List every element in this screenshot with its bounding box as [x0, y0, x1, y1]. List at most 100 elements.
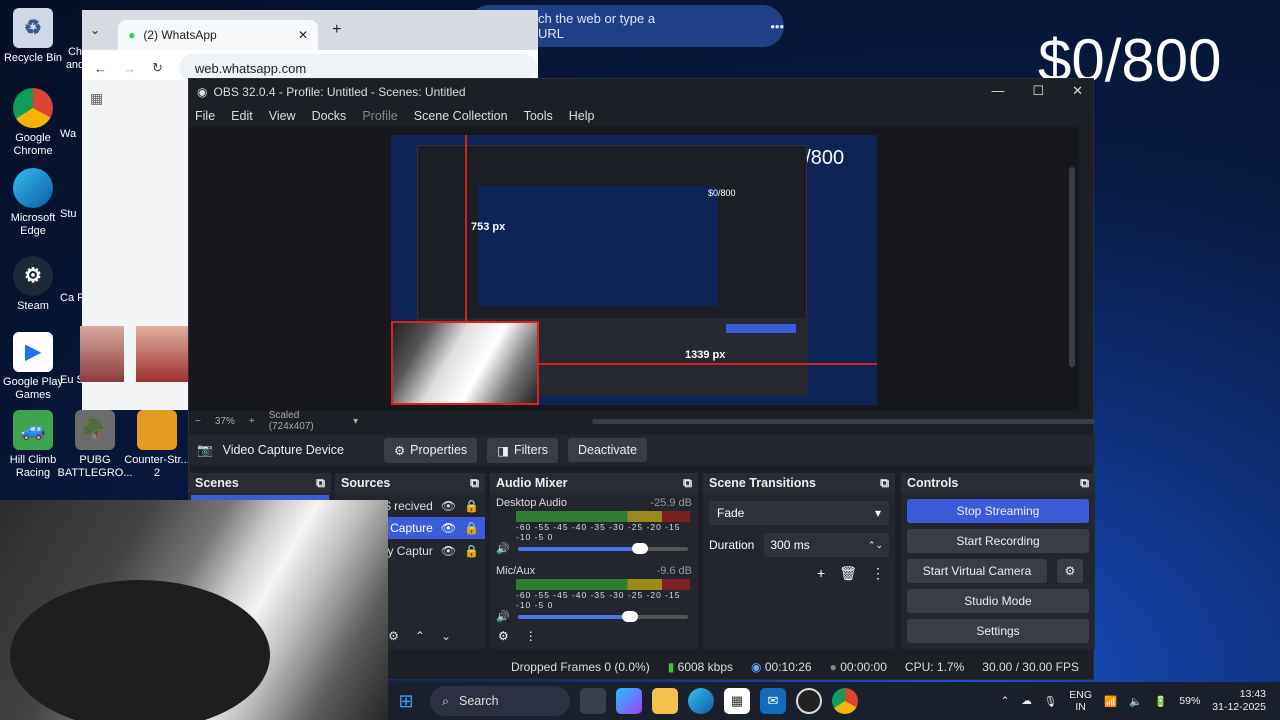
add-icon[interactable]: + — [817, 565, 825, 582]
studio-mode-button[interactable]: Studio Mode — [907, 589, 1089, 613]
settings-button[interactable]: Settings — [907, 619, 1089, 643]
lock-icon[interactable]: 🔒 — [464, 544, 479, 558]
menu-docks[interactable]: Docks — [312, 109, 347, 123]
deactivate-button[interactable]: Deactivate — [568, 438, 648, 462]
volume-icon[interactable]: 🔈 — [1129, 695, 1142, 708]
audio-mixer-dock: Audio Mixer ⧉ Desktop Audio -25.9 dB -60… — [490, 473, 698, 649]
menu-view[interactable]: View — [269, 109, 296, 123]
mic-icon[interactable]: 🎙 — [1044, 695, 1057, 708]
stepper-icon[interactable]: ⌃⌄ — [868, 540, 883, 551]
back-icon[interactable]: ← — [94, 61, 107, 76]
transition-select[interactable]: Fade ▾ — [709, 501, 889, 525]
chevron-up-icon[interactable]: ⌃ — [1001, 695, 1010, 707]
undock-icon[interactable]: ⧉ — [880, 476, 889, 491]
desktop-icon-label: Wa — [60, 128, 77, 140]
chrome-taskbar-icon[interactable] — [832, 688, 858, 714]
scene-transitions-title: Scene Transitions — [709, 476, 816, 490]
desktop-icon-edge[interactable]: Microsoft Edge — [0, 168, 66, 238]
menu-edit[interactable]: Edit — [231, 109, 253, 123]
chevron-down-icon[interactable]: ⌄ — [90, 23, 100, 37]
desktop-icon-counter-strike[interactable]: Counter-Str... 2 — [124, 410, 190, 480]
video-capture-selection[interactable] — [391, 321, 539, 405]
obs-taskbar-icon[interactable] — [796, 688, 822, 714]
volume-slider[interactable] — [517, 610, 688, 622]
gear-icon[interactable]: ⚙ — [388, 629, 399, 643]
menu-profile[interactable]: Profile — [362, 109, 397, 123]
battery-icon[interactable]: 🔋 — [1154, 695, 1167, 708]
minimize-icon[interactable]: — — [991, 83, 1004, 99]
taskbar-search[interactable]: ⌕ Search — [430, 686, 570, 716]
volume-slider[interactable] — [517, 542, 688, 554]
more-vert-icon[interactable]: ⋮ — [525, 629, 537, 643]
menu-file[interactable]: File — [195, 109, 215, 123]
photo-thumbnail[interactable] — [80, 326, 124, 382]
start-icon[interactable]: ⊞ — [393, 688, 419, 714]
menu-tools[interactable]: Tools — [524, 109, 553, 123]
forward-icon[interactable]: → — [123, 61, 136, 76]
clock[interactable]: 13:43 31-12-2025 — [1212, 688, 1266, 714]
menu-scene-collection[interactable]: Scene Collection — [414, 109, 508, 123]
language-indicator[interactable]: ENG IN — [1069, 689, 1092, 713]
eye-icon[interactable]: 👁 — [441, 521, 456, 535]
zoom-in-icon[interactable]: + — [249, 416, 255, 427]
lock-icon[interactable]: 🔒 — [464, 499, 479, 513]
chevron-down-icon[interactable]: ▾ — [353, 416, 358, 427]
onedrive-icon[interactable]: ☁ — [1021, 695, 1032, 707]
dropped-frames: Dropped Frames 0 (0.0%) — [510, 660, 650, 674]
copilot-icon[interactable] — [616, 688, 642, 714]
start-virtual-camera-button[interactable]: Start Virtual Camera — [907, 559, 1047, 583]
trash-icon[interactable]: 🗑 — [839, 565, 857, 582]
taskbar: ⊞ ⌕ Search ▦ ✉ ⌃ ☁ 🎙 ENG IN 📶 🔈 🔋 59% 13… — [388, 682, 1280, 720]
store-icon[interactable]: ▦ — [724, 688, 750, 714]
desktop-icon-chrome[interactable]: Google Chrome — [0, 88, 66, 158]
undock-icon[interactable]: ⧉ — [470, 476, 479, 491]
properties-button[interactable]: ⚙ Properties — [383, 437, 478, 463]
maximize-icon[interactable]: ☐ — [1032, 83, 1044, 99]
preview-area[interactable]: $0/800 $0/800 753 px 1339 px — [189, 127, 1079, 411]
desktop-icon-pubg[interactable]: 🪖 PUBG BATTLEGRO... — [58, 410, 133, 480]
speaker-icon[interactable]: 🔊 — [496, 542, 510, 555]
zoom-out-icon[interactable]: − — [195, 416, 201, 427]
wifi-icon[interactable]: 📶 — [1104, 695, 1117, 708]
mixer-settings-icon[interactable]: ⚙ — [498, 629, 509, 643]
filters-button[interactable]: ◨ Filters — [487, 437, 558, 463]
grid-icon[interactable]: ▦ — [90, 90, 188, 107]
task-view-icon[interactable] — [580, 688, 606, 714]
desktop-icon-label: PUBG BATTLEGRO... — [57, 454, 133, 479]
undock-icon[interactable]: ⧉ — [316, 476, 325, 491]
preview-canvas[interactable]: $0/800 $0/800 753 px 1339 px — [391, 135, 877, 405]
eye-icon[interactable]: 👁 — [441, 499, 456, 513]
photo-thumbnail[interactable] — [136, 326, 188, 382]
undock-icon[interactable]: ⧉ — [683, 476, 692, 491]
chrome-icon — [13, 88, 53, 128]
outlook-icon[interactable]: ✉ — [760, 688, 786, 714]
start-recording-button[interactable]: Start Recording — [907, 529, 1089, 553]
close-icon[interactable]: ✕ — [1072, 83, 1083, 99]
reload-icon[interactable]: ↻ — [152, 60, 163, 76]
file-explorer-icon[interactable] — [652, 688, 678, 714]
desktop-icon-steam[interactable]: ⚙ Steam — [0, 256, 66, 313]
desktop-icon-hill-climb[interactable]: 🚙 Hill Climb Racing — [0, 410, 66, 480]
undock-icon[interactable]: ⧉ — [1080, 476, 1089, 491]
more-icon[interactable]: ••• — [770, 19, 784, 34]
desktop-icon-recycle-bin[interactable]: ♻ Recycle Bin — [0, 8, 66, 65]
menu-help[interactable]: Help — [569, 109, 595, 123]
preview-scrollbar[interactable] — [1069, 167, 1075, 367]
new-tab-icon[interactable]: + — [332, 21, 341, 39]
horizontal-scrollbar[interactable] — [592, 418, 1095, 424]
close-tab-icon[interactable]: ✕ — [298, 28, 308, 42]
slider-knob[interactable] — [621, 610, 638, 622]
move-down-icon[interactable]: ⌄ — [441, 629, 451, 643]
desktop-icon-play-games[interactable]: ▶ Google Play Games — [0, 332, 66, 402]
tab-whatsapp[interactable]: ● (2) WhatsApp ✕ — [118, 20, 319, 50]
speaker-icon[interactable]: 🔊 — [496, 610, 510, 623]
more-vert-icon[interactable]: ⋮ — [871, 565, 885, 582]
slider-knob[interactable] — [632, 542, 649, 554]
lock-icon[interactable]: 🔒 — [464, 521, 479, 535]
edge-icon[interactable] — [688, 688, 714, 714]
eye-icon[interactable]: 👁 — [441, 544, 456, 558]
virtual-camera-settings-button[interactable]: ⚙ — [1057, 559, 1083, 583]
duration-input[interactable]: 300 ms ⌃⌄ — [764, 533, 889, 557]
stop-streaming-button[interactable]: Stop Streaming — [907, 499, 1089, 523]
move-up-icon[interactable]: ⌃ — [415, 629, 425, 643]
